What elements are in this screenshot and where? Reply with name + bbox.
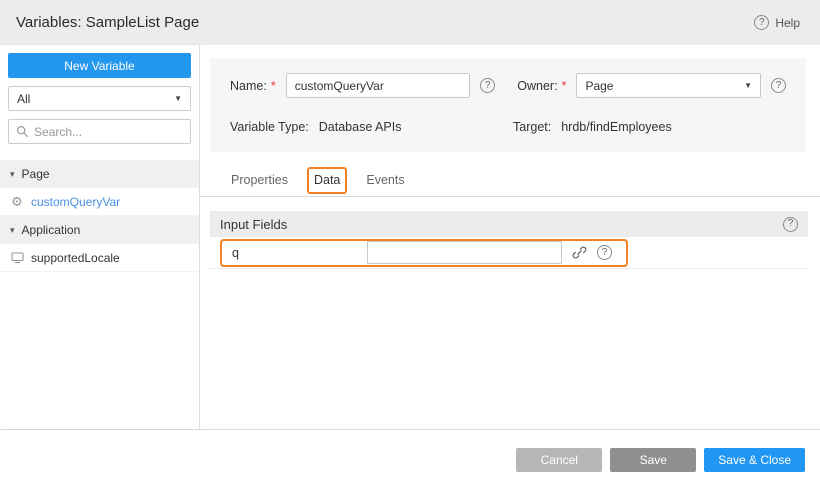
search-input[interactable] <box>34 125 184 139</box>
name-help-icon[interactable]: ? <box>480 78 495 93</box>
dialog-header: Variables: SampleList Page ? Help <box>0 0 820 45</box>
variable-filter-select[interactable]: All ▼ <box>8 86 191 111</box>
variable-type-value: Database APIs <box>319 120 402 134</box>
filter-selected-value: All <box>17 92 30 106</box>
required-marker: * <box>562 79 567 93</box>
variable-form: Name: * ? Owner: * Page ▼ ? Variable Typ… <box>210 58 806 152</box>
field-name-label: q <box>232 246 367 260</box>
tab-data[interactable]: Data <box>301 166 353 196</box>
tab-properties[interactable]: Properties <box>218 166 301 196</box>
tree-item-supportedlocale[interactable]: supportedLocale <box>0 244 199 272</box>
save-close-button[interactable]: Save & Close <box>704 448 805 472</box>
target-value: hrdb/findEmployees <box>561 120 671 134</box>
tree-group-label: Page <box>22 167 50 181</box>
save-button[interactable]: Save <box>610 448 696 472</box>
input-fields-title: Input Fields <box>220 217 287 232</box>
variable-type-label: Variable Type: <box>230 120 309 134</box>
name-label: Name: <box>230 79 267 93</box>
owner-help-icon[interactable]: ? <box>771 78 786 93</box>
owner-select[interactable]: Page ▼ <box>576 73 761 98</box>
gear-icon: ⚙ <box>10 194 24 210</box>
help-icon: ? <box>754 15 769 30</box>
tree-group-page[interactable]: ▾ Page <box>0 160 199 188</box>
locale-variable-icon <box>10 251 24 264</box>
owner-label: Owner: <box>517 79 557 93</box>
caret-down-icon: ▾ <box>10 225 15 236</box>
new-variable-button[interactable]: New Variable <box>8 53 191 78</box>
bind-variable-link-icon[interactable] <box>572 245 587 260</box>
tab-data-label: Data <box>314 173 340 187</box>
dialog-footer: Cancel Save Save & Close <box>0 430 820 489</box>
form-row-name-owner: Name: * ? Owner: * Page ▼ ? <box>230 73 786 98</box>
input-field-row-q: q ? <box>210 237 808 269</box>
page-title: Variables: SampleList Page <box>16 14 199 31</box>
owner-selected-value: Page <box>585 79 613 93</box>
form-row-type-target: Variable Type: Database APIs Target: hrd… <box>230 120 786 134</box>
tree-item-customqueryvar[interactable]: ⚙ customQueryVar <box>0 188 199 216</box>
dialog-body: New Variable All ▼ ▾ Page <box>0 45 820 430</box>
variable-name-input[interactable] <box>286 73 471 98</box>
main-panel: Name: * ? Owner: * Page ▼ ? Variable Typ… <box>200 45 820 429</box>
tab-bar: Properties Data Events <box>200 166 820 197</box>
field-q-value-input[interactable] <box>367 241 562 264</box>
tree-item-label: supportedLocale <box>31 251 120 265</box>
tree-group-label: Application <box>22 223 81 237</box>
variables-dialog: Variables: SampleList Page ? Help New Va… <box>0 0 820 489</box>
variables-tree: ▾ Page ⚙ customQueryVar ▾ Application su… <box>0 160 199 272</box>
help-button[interactable]: ? Help <box>754 15 800 30</box>
tab-events[interactable]: Events <box>353 166 417 196</box>
input-fields-help-icon[interactable]: ? <box>783 217 798 232</box>
caret-down-icon: ▾ <box>10 169 15 180</box>
search-icon <box>15 125 29 138</box>
target-label: Target: <box>513 120 551 134</box>
tree-item-label: customQueryVar <box>31 195 120 209</box>
required-marker: * <box>271 79 276 93</box>
tree-group-application[interactable]: ▾ Application <box>0 216 199 244</box>
cancel-button[interactable]: Cancel <box>516 448 602 472</box>
help-label: Help <box>775 16 800 30</box>
chevron-down-icon: ▼ <box>744 81 752 90</box>
sidebar: New Variable All ▼ ▾ Page <box>0 45 200 429</box>
search-box <box>8 119 191 144</box>
input-fields-header: Input Fields ? <box>210 211 808 237</box>
sidebar-controls: New Variable All ▼ <box>0 45 199 152</box>
field-q-help-icon[interactable]: ? <box>597 245 612 260</box>
chevron-down-icon: ▼ <box>174 94 182 103</box>
target-group: Target: hrdb/findEmployees <box>513 120 672 134</box>
